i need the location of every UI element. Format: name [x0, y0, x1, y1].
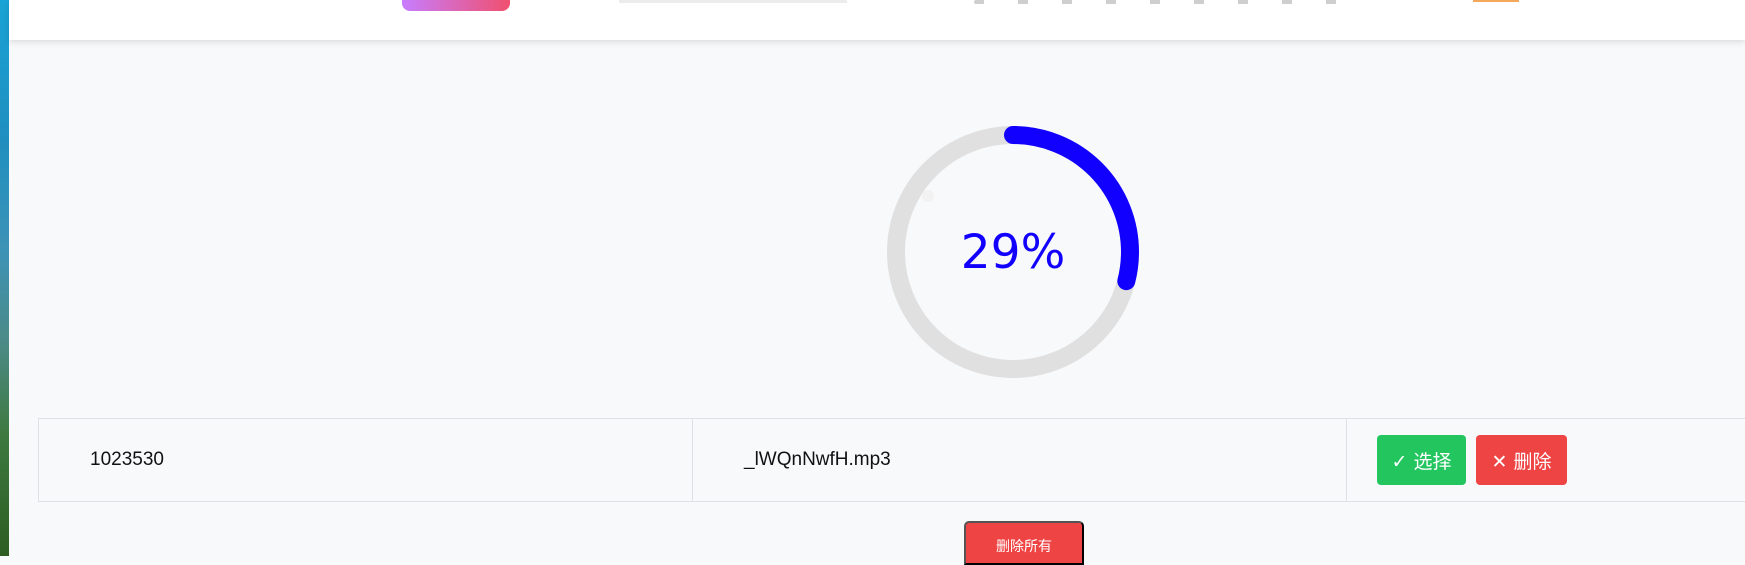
main-content: 29% 1023530 _lWQnNwfH.mp3 ✓ 选择 ✕ 删除 删除所有: [38, 40, 1745, 565]
top-orange-element-edge: [1473, 0, 1519, 2]
file-id: 1023530: [90, 449, 164, 470]
desktop-background-strip: [0, 0, 9, 556]
file-name-cell: _lWQnNwfH.mp3: [692, 419, 1346, 501]
select-button-label: ✓ 选择: [1391, 450, 1452, 473]
delete-button[interactable]: ✕ 删除: [1476, 435, 1567, 485]
file-table-row: 1023530 _lWQnNwfH.mp3 ✓ 选择 ✕ 删除: [38, 418, 1745, 502]
progress-ring: 29%: [884, 123, 1142, 381]
progress-percent-label: 29%: [960, 224, 1066, 280]
top-input-edge: [619, 0, 847, 3]
actions-cell: ✓ 选择 ✕ 删除: [1346, 419, 1745, 501]
file-id-cell: 1023530: [38, 419, 692, 501]
select-button[interactable]: ✓ 选择: [1377, 435, 1466, 485]
delete-all-button[interactable]: 删除所有: [964, 521, 1084, 565]
top-header-bar: [9, 0, 1745, 40]
top-nav-items-edge: [974, 0, 1354, 4]
top-gradient-button[interactable]: [402, 0, 510, 11]
delete-button-label: ✕ 删除: [1491, 450, 1552, 473]
file-name: _lWQnNwfH.mp3: [744, 449, 891, 470]
delete-all-button-label: 删除所有: [996, 538, 1052, 555]
